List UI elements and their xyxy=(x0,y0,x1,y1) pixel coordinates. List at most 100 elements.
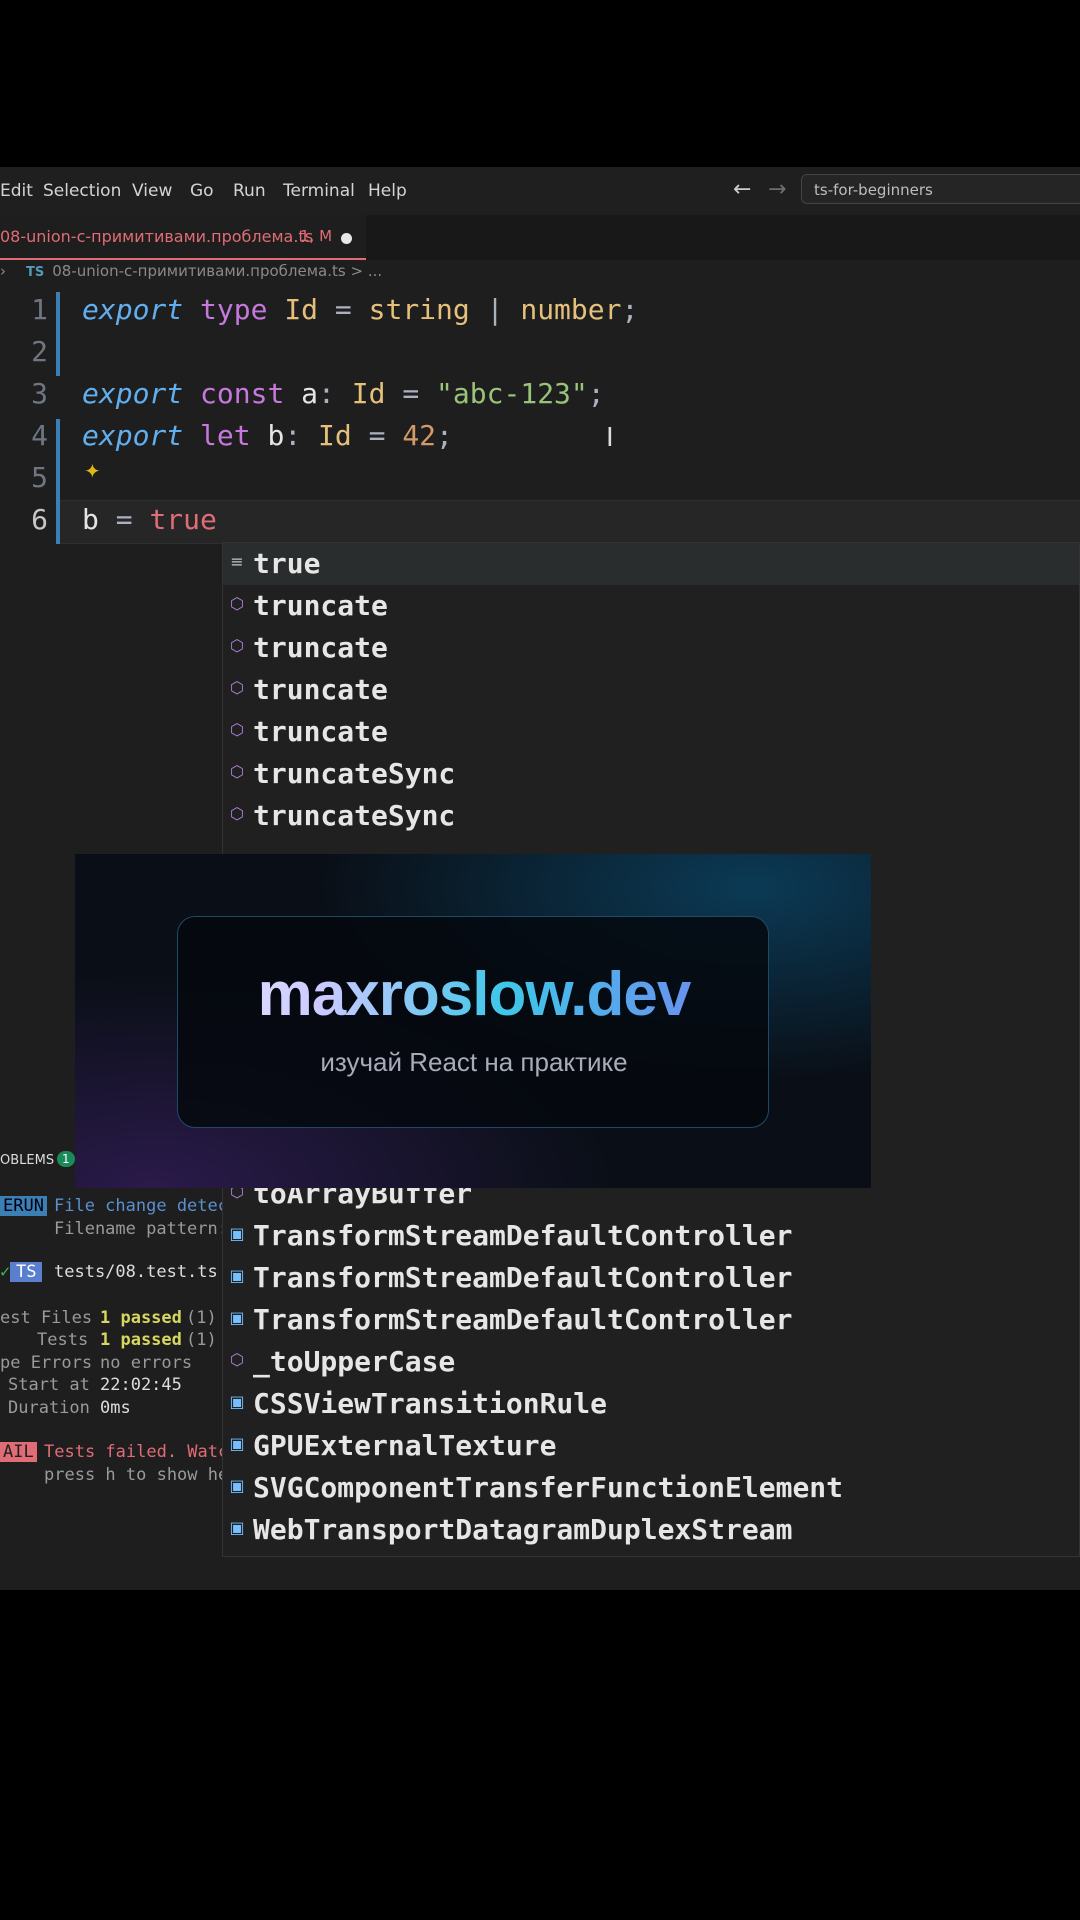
suggest-item[interactable]: ▣ TransformStreamDefaultController xyxy=(223,1299,1079,1341)
menu-run[interactable]: Run xyxy=(233,181,266,201)
menu-view[interactable]: View xyxy=(132,181,172,201)
test-file: tests/08.test.ts ( xyxy=(54,1262,239,1282)
promo-card: maxroslow.dev изучай React на практике xyxy=(177,916,769,1128)
summary-key: Tests xyxy=(37,1330,89,1350)
tab-problem-status: 1, M xyxy=(300,227,333,245)
arrow-left-icon[interactable]: ← xyxy=(733,177,751,202)
method-icon: ⬡ xyxy=(230,678,244,697)
method-icon: ⬡ xyxy=(230,804,244,823)
suggest-label: WebTransportDatagramDuplexStream xyxy=(253,1513,793,1546)
problems-count-badge: 1 xyxy=(57,1151,75,1167)
suggest-item[interactable]: ⬡ truncateSync xyxy=(223,795,1079,837)
git-gutter-bar xyxy=(56,419,60,544)
git-gutter-bar xyxy=(56,292,60,376)
line-number: 4 xyxy=(31,419,48,452)
filename-pattern: Filename pattern: xyxy=(54,1219,239,1239)
code-line-4[interactable]: export let b: Id = 42; xyxy=(82,419,453,452)
breadcrumb-rest[interactable]: > ... xyxy=(351,262,383,280)
line-number: 2 xyxy=(31,335,48,368)
rerun-text: File change detecte xyxy=(54,1196,249,1216)
summary-value: 1 passed xyxy=(100,1330,182,1350)
suggest-label: TransformStreamDefaultController xyxy=(253,1261,793,1294)
suggest-item[interactable]: ▣ GPUExternalTexture xyxy=(223,1425,1079,1467)
promo-title: maxroslow.dev xyxy=(178,959,770,1030)
editor-tab[interactable]: 08-union-с-примитивами.проблема.ts 1, M xyxy=(0,215,366,260)
menu-terminal[interactable]: Terminal xyxy=(283,181,355,201)
suggest-label: CSSViewTransitionRule xyxy=(253,1387,608,1420)
suggest-item[interactable]: ⬡ _toUpperCase xyxy=(223,1341,1079,1383)
method-icon: ⬡ xyxy=(230,720,244,739)
fail-text: Tests failed. Watch xyxy=(44,1442,239,1462)
class-icon: ▣ xyxy=(229,1434,245,1453)
summary-key: Duration xyxy=(8,1398,90,1418)
suggest-label: GPUExternalTexture xyxy=(253,1429,557,1462)
tab-bar: 08-union-с-примитивами.проблема.ts 1, M xyxy=(0,215,1080,260)
code-line-1[interactable]: export type Id = string | number; xyxy=(82,293,638,326)
summary-key: est Files xyxy=(0,1308,93,1328)
suggest-label: TransformStreamDefaultController xyxy=(253,1219,793,1252)
class-icon: ▣ xyxy=(229,1392,245,1411)
unsaved-dot-icon[interactable] xyxy=(341,233,352,244)
suggest-label: SVGComponentTransferFunctionElement xyxy=(253,1471,844,1504)
summary-value: 1 passed xyxy=(100,1308,182,1328)
arrow-right-icon[interactable]: → xyxy=(768,177,786,202)
suggest-item[interactable]: ⬡ truncate xyxy=(223,627,1079,669)
summary-value: 22:02:45 xyxy=(100,1375,182,1395)
line-number: 5 xyxy=(31,461,48,494)
class-icon: ▣ xyxy=(229,1308,245,1327)
command-center-label: ts-for-beginners xyxy=(814,181,933,199)
suggest-label: TransformStreamDefaultController xyxy=(253,1303,793,1336)
line-number: 3 xyxy=(31,377,48,410)
suggest-label: truncate xyxy=(253,589,388,622)
summary-key: Start at xyxy=(8,1375,90,1395)
breadcrumb-file[interactable]: 08-union-с-примитивами.проблема.ts xyxy=(52,262,345,280)
code-line-3[interactable]: export const a: Id = "abc-123"; xyxy=(82,377,605,410)
suggest-label: _toUpperCase xyxy=(253,1345,456,1378)
suggest-item[interactable]: ▣ SVGComponentTransferFunctionElement xyxy=(223,1467,1079,1509)
method-icon: ⬡ xyxy=(230,1350,244,1369)
suggest-label: true xyxy=(253,547,321,580)
suggest-item[interactable]: ⬡ truncateSync xyxy=(223,753,1079,795)
suggest-item[interactable]: ▣ WebTransportDatagramDuplexStream xyxy=(223,1509,1079,1551)
suggest-item[interactable]: ⬡ truncate xyxy=(223,669,1079,711)
command-center-search[interactable]: ts-for-beginners xyxy=(801,174,1080,204)
class-icon: ▣ xyxy=(229,1476,245,1495)
line-number: 6 xyxy=(31,503,48,536)
menu-selection[interactable]: Selection xyxy=(43,181,121,201)
ts-badge: TS xyxy=(10,1262,43,1282)
menu-go[interactable]: Go xyxy=(190,181,214,201)
suggest-item[interactable]: ▣ TransformStreamDefaultController xyxy=(223,1215,1079,1257)
fail-badge: AIL xyxy=(0,1442,37,1462)
summary-value: no errors xyxy=(100,1353,193,1373)
suggest-label: truncate xyxy=(253,631,388,664)
chevron-right-icon: › xyxy=(0,262,6,280)
line-number: 1 xyxy=(31,293,48,326)
summary-count: (1) xyxy=(186,1330,217,1350)
breadcrumb: › TS 08-union-с-примитивами.проблема.ts > … xyxy=(0,262,382,286)
method-icon: ⬡ xyxy=(230,762,244,781)
text-cursor-icon: I xyxy=(606,423,614,453)
suggest-item[interactable]: ▣ TransformStreamDefaultController xyxy=(223,1257,1079,1299)
menu-bar: Edit Selection View Go Run Terminal Help… xyxy=(0,167,1080,215)
problems-tab[interactable]: OBLEMS xyxy=(0,1153,54,1168)
suggest-label: truncateSync xyxy=(253,799,456,832)
suggest-label: truncate xyxy=(253,715,388,748)
suggest-item[interactable]: ⬡ truncate xyxy=(223,585,1079,627)
class-icon: ▣ xyxy=(229,1266,245,1285)
menu-help[interactable]: Help xyxy=(368,181,407,201)
vscode-window: Edit Selection View Go Run Terminal Help… xyxy=(0,167,1080,1590)
typescript-file-icon: TS xyxy=(26,265,45,280)
code-line-6[interactable]: b = true xyxy=(82,503,217,536)
suggest-item[interactable]: ≡ true xyxy=(223,543,1079,585)
method-icon: ⬡ xyxy=(230,636,244,655)
summary-value: 0ms xyxy=(100,1398,131,1418)
rerun-badge: ERUN xyxy=(0,1196,47,1216)
keyword-icon: ≡ xyxy=(230,552,244,571)
method-icon: ⬡ xyxy=(230,594,244,613)
class-icon: ▣ xyxy=(229,1518,245,1537)
promo-banner: maxroslow.dev изучай React на практике xyxy=(75,854,871,1188)
menu-edit[interactable]: Edit xyxy=(0,181,33,201)
suggest-item[interactable]: ⬡ truncate xyxy=(223,711,1079,753)
sparkle-icon[interactable]: ✦ xyxy=(84,459,101,483)
suggest-item[interactable]: ▣ CSSViewTransitionRule xyxy=(223,1383,1079,1425)
